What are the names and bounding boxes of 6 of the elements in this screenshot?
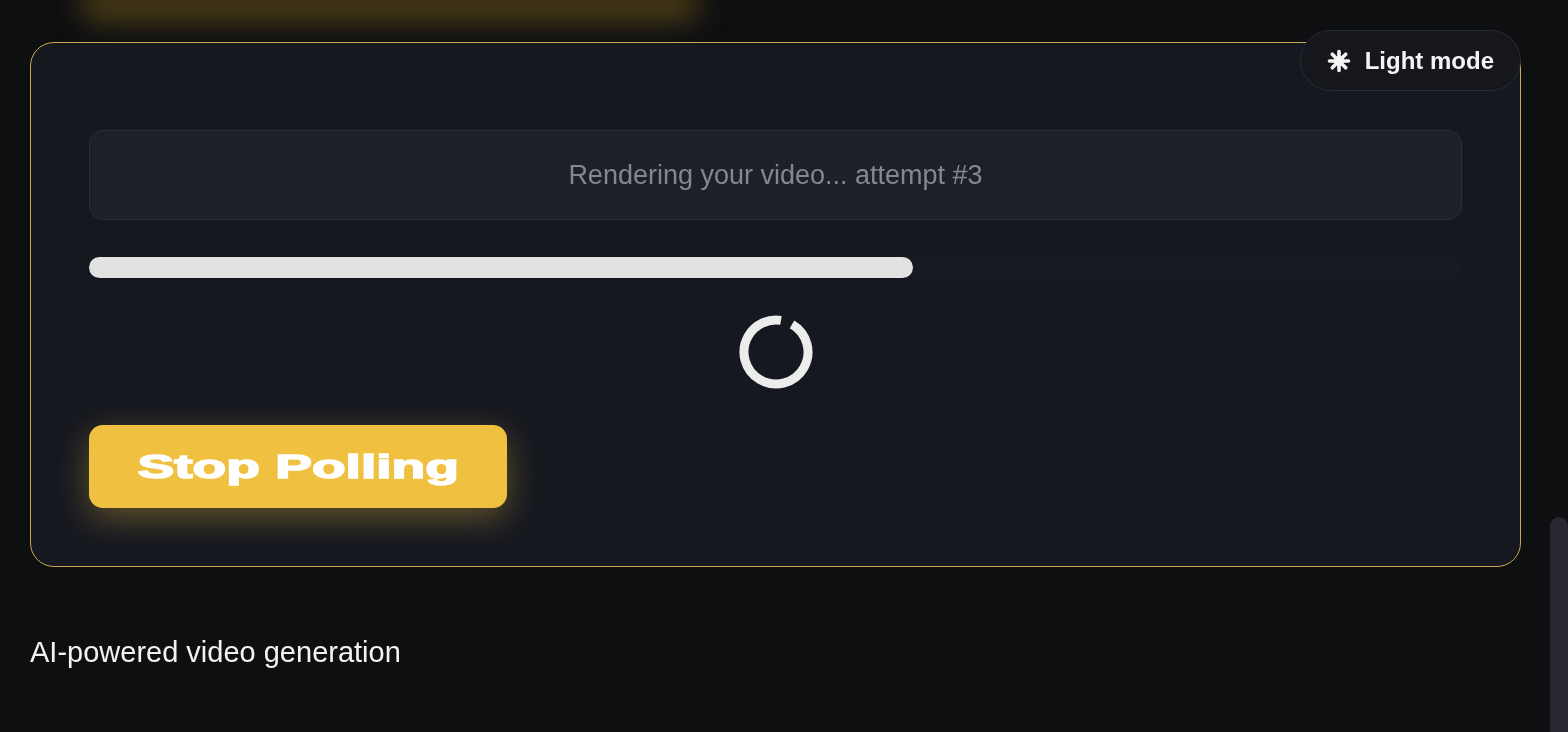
- status-message: Rendering your video... attempt #3: [89, 130, 1462, 220]
- light-mode-button[interactable]: Light mode: [1299, 30, 1521, 91]
- asterisk-icon: [1326, 48, 1351, 73]
- tagline: AI-powered video generation: [30, 635, 401, 670]
- scrollbar-thumb[interactable]: [1550, 517, 1568, 732]
- spinner-icon: [738, 315, 813, 389]
